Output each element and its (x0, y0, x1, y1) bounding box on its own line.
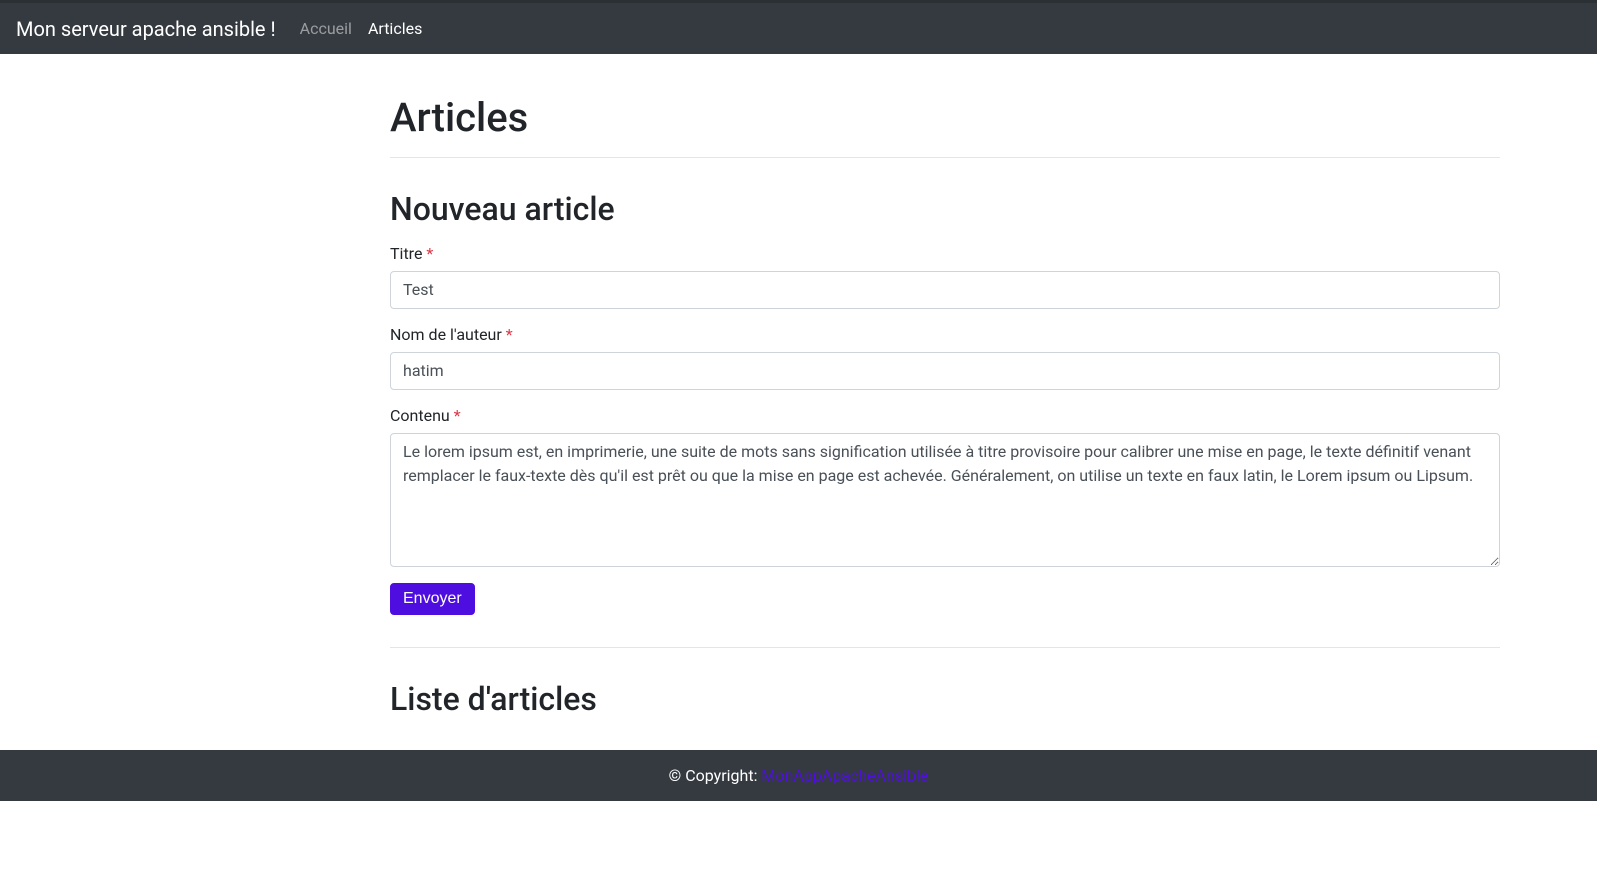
form-group-auteur: Nom de l'auteur * (390, 325, 1500, 390)
divider (390, 647, 1500, 648)
form-title: Nouveau article (390, 190, 1500, 228)
nav-link-articles[interactable]: Articles (360, 11, 430, 46)
nav-link-accueil[interactable]: Accueil (292, 11, 360, 46)
footer: © Copyright: MonAppApacheAnsible (0, 750, 1597, 801)
footer-link[interactable]: MonAppApacheAnsible (761, 766, 928, 785)
submit-button[interactable]: Envoyer (390, 583, 475, 615)
label-contenu: Contenu * (390, 406, 1500, 425)
divider (390, 157, 1500, 158)
main-container: Articles Nouveau article Titre * Nom de … (375, 94, 1515, 718)
label-titre-text: Titre (390, 244, 422, 263)
required-mark: * (454, 406, 461, 425)
label-contenu-text: Contenu (390, 406, 450, 425)
navbar-brand: Mon serveur apache ansible ! (16, 12, 276, 46)
input-titre[interactable] (390, 271, 1500, 309)
label-titre: Titre * (390, 244, 1500, 263)
form-group-contenu: Contenu * Le lorem ipsum est, en imprime… (390, 406, 1500, 567)
list-title: Liste d'articles (390, 680, 1500, 718)
navbar: Mon serveur apache ansible ! Accueil Art… (0, 0, 1597, 54)
label-auteur-text: Nom de l'auteur (390, 325, 502, 344)
input-auteur[interactable] (390, 352, 1500, 390)
label-auteur: Nom de l'auteur * (390, 325, 1500, 344)
textarea-contenu[interactable]: Le lorem ipsum est, en imprimerie, une s… (390, 433, 1500, 567)
footer-copyright: © Copyright: (669, 766, 762, 785)
required-mark: * (426, 244, 433, 263)
page-title: Articles (390, 94, 1500, 141)
required-mark: * (506, 325, 513, 344)
form-group-titre: Titre * (390, 244, 1500, 309)
